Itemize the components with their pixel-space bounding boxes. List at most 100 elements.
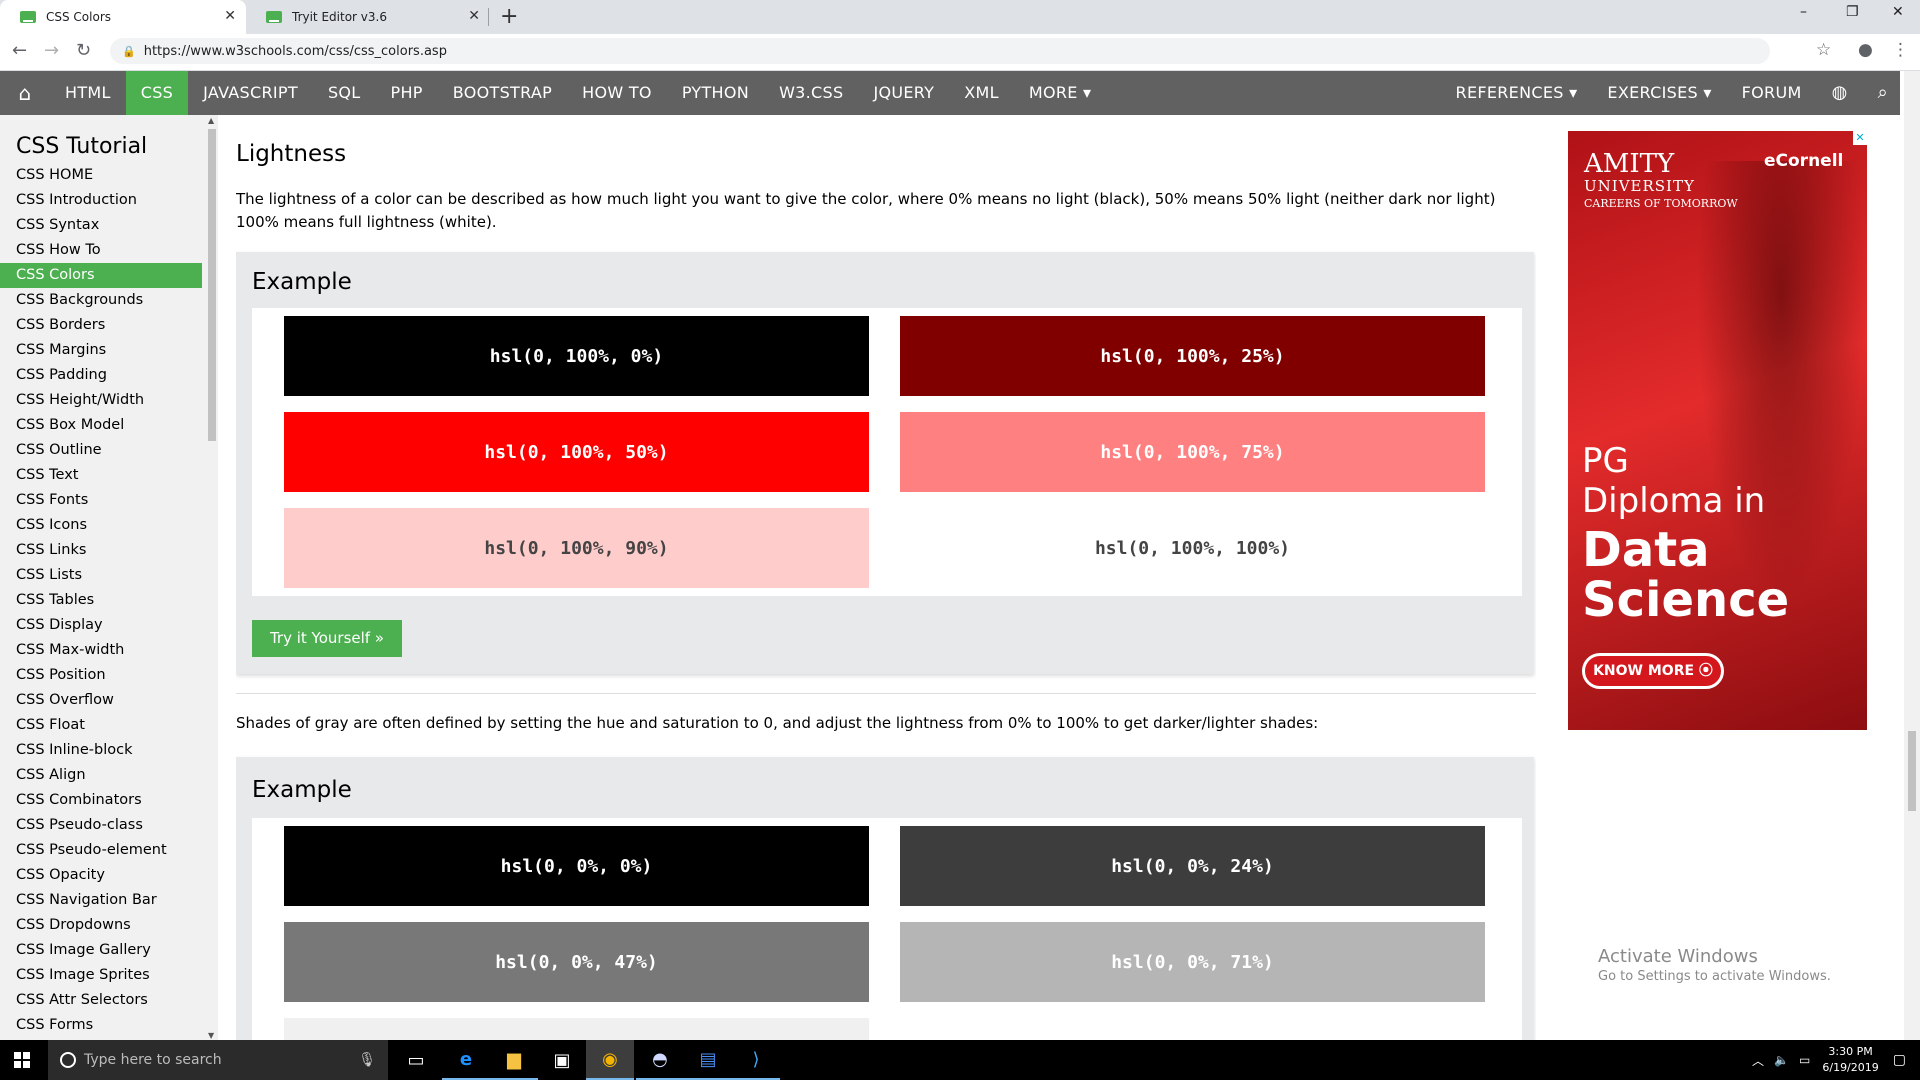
bookmark-star-icon[interactable]: ☆ [1816,40,1831,60]
sidebar-item-css-home[interactable]: CSS HOME [0,163,218,188]
sidebar-item-css-backgrounds[interactable]: CSS Backgrounds [0,288,218,313]
page-scrollbar[interactable] [1904,71,1920,1040]
volume-icon[interactable]: 🔈 [1774,1053,1789,1067]
tab-close-icon[interactable]: ✕ [468,8,480,24]
sidebar-item-css-inline-block[interactable]: CSS Inline-block [0,738,218,763]
sidebar-scrollbar[interactable]: ▲ ▼ [206,115,218,1040]
know-more-button[interactable]: KNOW MORE ⦿ [1582,653,1724,689]
nav-html[interactable]: HTML [50,71,126,115]
microphone-icon[interactable]: 🎙 [358,1052,376,1068]
sidebar-item-css-pseudo-element[interactable]: CSS Pseudo-element [0,838,218,863]
nav-more[interactable]: MORE ▾ [1014,71,1107,115]
back-arrow-icon[interactable]: ← [12,40,27,61]
sidebar-item-css-dropdowns[interactable]: CSS Dropdowns [0,913,218,938]
restore-button[interactable]: ❐ [1846,4,1859,20]
scroll-up-arrow-icon[interactable]: ▲ [208,116,214,125]
document-icon[interactable]: ▤ [684,1040,732,1080]
tab-css-colors[interactable]: CSS Colors ✕ [0,0,246,34]
sidebar-item-css-position[interactable]: CSS Position [0,663,218,688]
network-icon[interactable]: ▭ [1799,1053,1810,1067]
ad-headline-line: Diploma in [1582,481,1766,521]
tray-chevron-icon[interactable]: ︿ [1752,1052,1764,1069]
section-divider [236,693,1536,694]
home-icon[interactable]: ⌂ [0,71,50,115]
color-swatch: hsl(0, 100%, 0%) [284,316,869,396]
scroll-down-arrow-icon[interactable]: ▼ [208,1031,214,1040]
system-tray: ︿ 🔈 ▭ 3:30 PM 6/19/2019 ▢ [1752,1040,1920,1080]
sidebar-item-css-float[interactable]: CSS Float [0,713,218,738]
search-icon[interactable]: ⌕ [1863,71,1900,115]
sidebar-item-css-navigation-bar[interactable]: CSS Navigation Bar [0,888,218,913]
sidebar-item-css-how-to[interactable]: CSS How To [0,238,218,263]
file-explorer-icon[interactable]: ▆ [490,1040,538,1080]
page-scroll-thumb[interactable] [1908,731,1916,811]
sidebar-item-css-colors[interactable]: CSS Colors [0,263,202,288]
sidebar-item-css-display[interactable]: CSS Display [0,613,218,638]
nav-references[interactable]: REFERENCES ▾ [1441,71,1593,115]
globe-icon[interactable]: ◍ [1817,71,1863,115]
new-tab-button[interactable]: + [500,4,518,29]
nav-w3css[interactable]: W3.CSS [764,71,858,115]
sidebar-item-css-combinators[interactable]: CSS Combinators [0,788,218,813]
sidebar-item-css-pseudo-class[interactable]: CSS Pseudo-class [0,813,218,838]
edge-icon[interactable]: e [442,1040,490,1080]
nav-how-to[interactable]: HOW TO [567,71,667,115]
sidebar-item-css-tables[interactable]: CSS Tables [0,588,218,613]
notifications-icon[interactable]: ▢ [1893,1052,1906,1068]
sidebar-item-css-text[interactable]: CSS Text [0,463,218,488]
sidebar-item-css-opacity[interactable]: CSS Opacity [0,863,218,888]
chrome-icon[interactable]: ◉ [586,1040,634,1080]
sidebar-item-css-fonts[interactable]: CSS Fonts [0,488,218,513]
sidebar-item-css-borders[interactable]: CSS Borders [0,313,218,338]
taskbar-search-box[interactable]: Type here to search 🎙 [48,1040,388,1080]
sidebar-item-css-image-gallery[interactable]: CSS Image Gallery [0,938,218,963]
taskbar-clock[interactable]: 3:30 PM 6/19/2019 [1822,1044,1878,1076]
windows-start-icon[interactable] [14,1052,30,1068]
nav-jquery[interactable]: JQUERY [858,71,949,115]
sidebar-item-css-height-width[interactable]: CSS Height/Width [0,388,218,413]
sidebar-item-css-max-width[interactable]: CSS Max-width [0,638,218,663]
sidebar-item-css-attr-selectors[interactable]: CSS Attr Selectors [0,988,218,1013]
windows-taskbar: Type here to search 🎙 ▭ e ▆ ▣ ◉ ◓ ▤ ⟩ ︿ … [0,1040,1920,1080]
nav-forum[interactable]: FORUM [1727,71,1817,115]
tab-tryit-editor[interactable]: Tryit Editor v3.6 ✕ [246,0,490,34]
nav-javascript[interactable]: JAVASCRIPT [188,71,313,115]
sidebar-item-css-image-sprites[interactable]: CSS Image Sprites [0,963,218,988]
sidebar-item-css-links[interactable]: CSS Links [0,538,218,563]
nav-xml[interactable]: XML [949,71,1014,115]
sidebar-item-css-box-model[interactable]: CSS Box Model [0,413,218,438]
nav-sql[interactable]: SQL [313,71,376,115]
nav-bootstrap[interactable]: BOOTSTRAP [438,71,567,115]
sidebar-item-css-forms[interactable]: CSS Forms [0,1013,218,1038]
nav-php[interactable]: PHP [376,71,438,115]
minimize-button[interactable]: – [1800,4,1807,20]
sidebar-item-css-margins[interactable]: CSS Margins [0,338,218,363]
sidebar-item-css-padding[interactable]: CSS Padding [0,363,218,388]
nav-exercises[interactable]: EXERCISES ▾ [1592,71,1726,115]
vscode-icon[interactable]: ⟩ [732,1040,780,1080]
nav-css[interactable]: CSS [125,71,189,115]
nav-python[interactable]: PYTHON [667,71,764,115]
sidebar-item-css-outline[interactable]: CSS Outline [0,438,218,463]
sidebar-item-css-lists[interactable]: CSS Lists [0,563,218,588]
sidebar-item-css-overflow[interactable]: CSS Overflow [0,688,218,713]
try-it-yourself-button[interactable]: Try it Yourself » [252,620,402,657]
app-icon[interactable]: ◓ [636,1040,684,1080]
sidebar-item-css-align[interactable]: CSS Align [0,763,218,788]
sidebar-scroll-thumb[interactable] [208,129,216,441]
account-icon[interactable]: ● [1858,40,1873,60]
task-view-icon[interactable]: ▭ [392,1040,440,1080]
tab-close-icon[interactable]: ✕ [224,8,236,24]
forward-arrow-icon[interactable]: → [44,40,59,61]
gray-shades-description: Shades of gray are often defined by sett… [236,714,1319,732]
browser-menu-icon[interactable]: ⋮ [1892,40,1909,60]
sidebar-item-css-introduction[interactable]: CSS Introduction [0,188,218,213]
advertisement-banner[interactable]: ✕ AMITY UNIVERSITY CAREERS OF TOMORROW e… [1568,131,1867,730]
close-window-button[interactable]: ✕ [1892,4,1904,20]
store-icon[interactable]: ▣ [538,1040,586,1080]
ad-close-icon[interactable]: ✕ [1853,131,1867,145]
sidebar-item-css-icons[interactable]: CSS Icons [0,513,218,538]
url-field[interactable]: 🔒 https://www.w3schools.com/css/css_colo… [110,38,1770,64]
reload-icon[interactable]: ↻ [76,40,91,61]
sidebar-item-css-syntax[interactable]: CSS Syntax [0,213,218,238]
